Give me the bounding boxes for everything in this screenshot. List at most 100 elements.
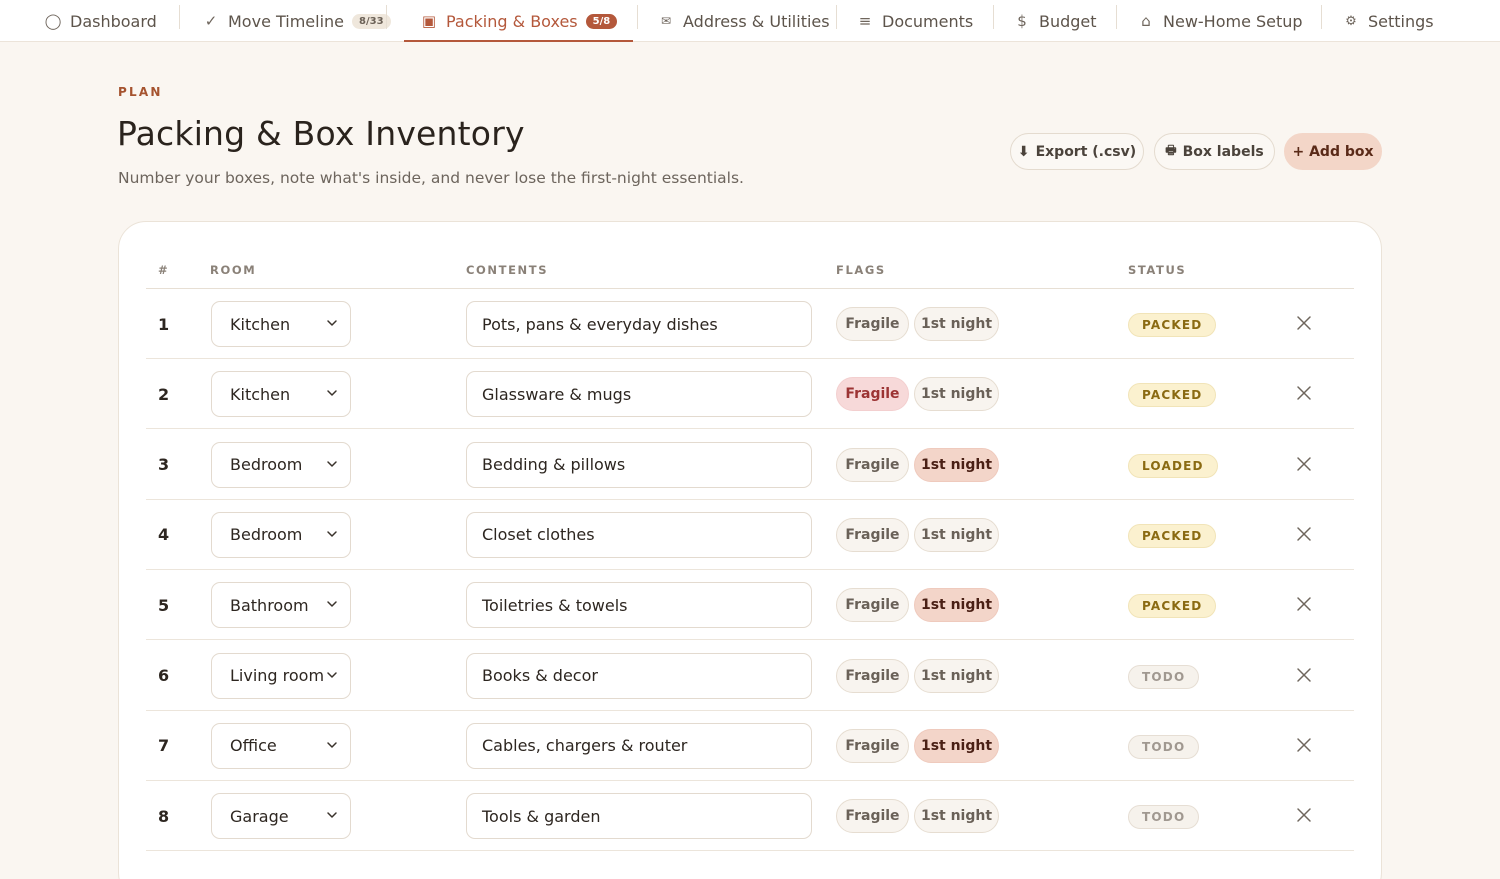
fragile-flag-toggle[interactable]: Fragile: [836, 658, 909, 693]
fragile-flag-toggle[interactable]: Fragile: [836, 307, 909, 341]
room-select-value: Living room: [230, 666, 325, 685]
nav-tab-label: Documents: [882, 11, 974, 31]
first-night-flag-toggle[interactable]: 1st night: [914, 517, 999, 552]
box-number: 1: [158, 314, 170, 334]
contents-input[interactable]: Bedding & pillows: [466, 441, 812, 488]
nav-tab-label: Move Timeline: [228, 11, 345, 31]
table-row: 7 Office Cables, chargers & router Fragile 1…: [146, 711, 1354, 781]
page-subtitle: Number your boxes, note what's inside, a…: [118, 169, 744, 187]
box-number: 7: [158, 736, 170, 756]
gear-icon: ⚙: [1345, 13, 1357, 29]
nav-divider: [1116, 5, 1117, 29]
menu-lines-icon: ≡: [858, 12, 872, 30]
nav-tab-settings[interactable]: ⚙ Settings: [1342, 0, 1433, 42]
first-night-flag-toggle[interactable]: 1st night: [914, 447, 999, 482]
nav-tab-packing-boxes[interactable]: ▣ Packing & Boxes 5/8: [403, 0, 634, 42]
nav-tab-budget[interactable]: $ Budget: [1013, 0, 1096, 42]
nav-tab-new-home-setup[interactable]: ⌂ New-Home Setup: [1137, 0, 1302, 42]
box-number: 5: [158, 595, 170, 615]
room-select[interactable]: Office: [211, 722, 351, 769]
first-night-flag-toggle[interactable]: 1st night: [914, 728, 999, 763]
progress-badge: 5/8: [585, 13, 618, 29]
fragile-flag-toggle[interactable]: Fragile: [836, 799, 909, 834]
contents-input[interactable]: Cables, chargers & router: [466, 722, 812, 769]
contents-input[interactable]: Closet clothes: [466, 511, 812, 558]
status-badge[interactable]: PACKED: [1128, 383, 1217, 408]
status-badge[interactable]: PACKED: [1128, 313, 1217, 337]
status-badge[interactable]: TODO: [1128, 734, 1200, 759]
nav-tab-address-utilities[interactable]: ✉ Address & Utilities: [657, 0, 830, 42]
chevron-down-icon: [327, 671, 337, 678]
room-select[interactable]: Kitchen: [211, 371, 351, 418]
status-badge[interactable]: TODO: [1128, 664, 1200, 689]
room-select[interactable]: Kitchen: [211, 301, 351, 347]
status-badge[interactable]: PACKED: [1128, 523, 1217, 548]
fragile-flag-toggle[interactable]: Fragile: [836, 517, 909, 552]
nav-tab-documents[interactable]: ≡ Documents: [856, 0, 974, 42]
nav-tab-move-timeline[interactable]: ✓ Move Timeline 8/33: [202, 0, 391, 42]
delete-row-icon[interactable]: [1296, 667, 1312, 683]
check-icon: ✓: [204, 12, 218, 30]
delete-row-icon[interactable]: [1296, 456, 1312, 472]
delete-row-icon[interactable]: [1296, 807, 1312, 823]
first-night-flag-toggle[interactable]: 1st night: [914, 799, 999, 834]
chevron-down-icon: [327, 460, 337, 467]
box-icon: ▣: [421, 12, 437, 30]
contents-input[interactable]: Toiletries & towels: [466, 582, 812, 629]
nav-tab-dashboard[interactable]: ◯ Dashboard: [44, 0, 157, 42]
nav-divider: [637, 5, 638, 29]
room-select[interactable]: Bedroom: [211, 441, 351, 488]
table-row: 4 Bedroom Closet clothes Fragile 1st night PA…: [146, 500, 1354, 570]
box-number: 2: [158, 384, 170, 404]
column-header-room: ROOM: [210, 263, 257, 277]
delete-row-icon[interactable]: [1296, 737, 1312, 753]
contents-input[interactable]: Books & decor: [466, 652, 812, 699]
fragile-flag-toggle[interactable]: Fragile: [836, 377, 909, 412]
table-row: 1 Kitchen Pots, pans & everyday dishes Frag…: [146, 289, 1354, 359]
add-box-button[interactable]: + Add box: [1284, 133, 1382, 170]
page-title: Packing & Box Inventory: [117, 114, 525, 153]
status-badge[interactable]: LOADED: [1128, 453, 1218, 478]
status-badge[interactable]: TODO: [1128, 805, 1200, 830]
column-header-status: STATUS: [1128, 263, 1187, 277]
room-select[interactable]: Garage: [211, 793, 351, 840]
first-night-flag-toggle[interactable]: 1st night: [914, 307, 999, 341]
box-number: 4: [158, 525, 170, 545]
delete-row-icon[interactable]: [1296, 385, 1312, 401]
fragile-flag-toggle[interactable]: Fragile: [836, 588, 909, 623]
first-night-flag-toggle[interactable]: 1st night: [914, 658, 999, 693]
fragile-flag-toggle[interactable]: Fragile: [836, 447, 909, 482]
room-select[interactable]: Bedroom: [211, 511, 351, 558]
box-labels-button[interactable]: 🖶 Box labels: [1154, 133, 1275, 170]
nav-tab-label: Address & Utilities: [683, 11, 830, 31]
fragile-flag-toggle[interactable]: Fragile: [836, 728, 909, 763]
contents-input[interactable]: Tools & garden: [466, 793, 812, 840]
contents-input[interactable]: Glassware & mugs: [466, 371, 812, 418]
room-select[interactable]: Living room: [211, 652, 351, 699]
first-night-flag-toggle[interactable]: 1st night: [914, 588, 999, 623]
chevron-down-icon: [327, 812, 337, 818]
box-number: 3: [158, 455, 170, 475]
room-select-value: Bedroom: [230, 525, 303, 545]
export-csv-button[interactable]: ⬇ Export (.csv): [1010, 133, 1144, 170]
chevron-down-icon: [327, 320, 337, 326]
first-night-flag-toggle[interactable]: 1st night: [914, 377, 999, 412]
room-select-value: Kitchen: [230, 384, 291, 404]
progress-badge: 8/33: [352, 13, 391, 29]
circle-icon: ◯: [44, 12, 62, 30]
delete-row-icon[interactable]: [1296, 315, 1312, 331]
contents-input[interactable]: Pots, pans & everyday dishes: [466, 301, 812, 347]
column-header-number: #: [158, 263, 170, 277]
nav-divider: [836, 5, 837, 29]
status-badge[interactable]: PACKED: [1128, 594, 1217, 619]
add-box-label: + Add box: [1292, 143, 1374, 160]
delete-row-icon[interactable]: [1296, 526, 1312, 542]
box-number: 6: [158, 666, 170, 685]
table-row: 3 Bedroom Bedding & pillows Fragile 1st nigh…: [146, 430, 1354, 500]
printer-icon: 🖶: [1165, 143, 1177, 157]
chevron-down-icon: [327, 531, 337, 537]
home-icon: ⌂: [1141, 12, 1151, 30]
nav-tab-label: Packing & Boxes: [446, 11, 578, 31]
room-select[interactable]: Bathroom: [211, 582, 351, 629]
delete-row-icon[interactable]: [1296, 596, 1312, 612]
